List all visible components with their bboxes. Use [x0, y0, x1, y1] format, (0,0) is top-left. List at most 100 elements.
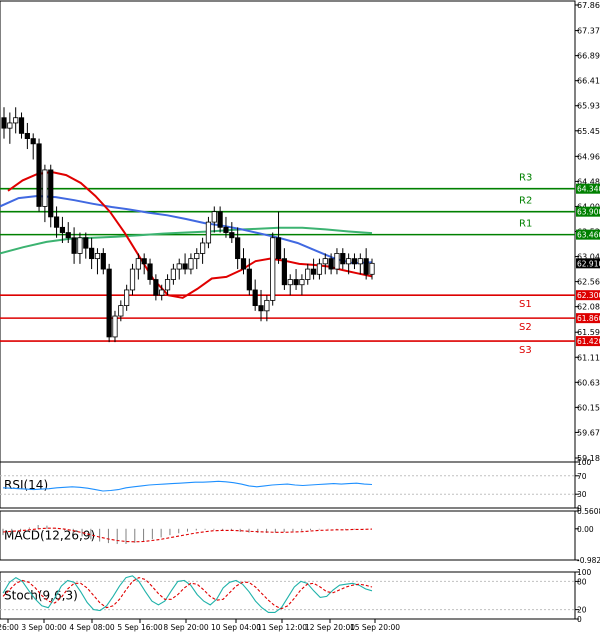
macd-tick-label: 0.00	[577, 525, 594, 534]
x-tick-label: 11 Sep 12:00	[257, 623, 307, 632]
candle-body	[153, 279, 159, 296]
candle-body	[340, 253, 346, 265]
candle-body	[334, 253, 340, 270]
level-value: 61.420	[577, 337, 600, 346]
candle-body	[164, 279, 171, 291]
candle-body	[316, 263, 323, 275]
candle-body	[18, 117, 25, 134]
x-tick-label: 8 Sep 20:00	[163, 623, 209, 632]
candle-body	[275, 237, 282, 260]
level-name: S1	[519, 299, 532, 310]
level-value: 64.340	[577, 185, 600, 194]
candle-body	[270, 237, 276, 301]
candle-body	[258, 305, 264, 312]
x-tick-label: 12 Sep 20:00	[305, 623, 355, 632]
y-tick-label: 60.150	[577, 403, 600, 412]
candle-body	[106, 268, 112, 338]
level-name: S3	[519, 345, 532, 356]
level-value: 63.900	[577, 208, 600, 217]
candle-body	[71, 237, 77, 254]
candle-body	[129, 268, 136, 291]
candle-body	[299, 279, 305, 286]
candle-body	[170, 268, 176, 280]
level-name: R2	[519, 196, 532, 207]
y-tick-label: 62.080	[577, 303, 600, 312]
x-tick-label: 5 Sep 16:00	[117, 623, 163, 632]
rsi-tick-label: 100	[577, 458, 592, 467]
rsi-tick-label: 30	[577, 490, 587, 499]
candle-body	[53, 216, 60, 228]
y-tick-label: 67.370	[577, 27, 600, 36]
stoch-tick-label: 0	[577, 615, 582, 624]
y-tick-label: 66.890	[577, 52, 600, 61]
x-tick-label: 10 Sep 04:00	[211, 623, 261, 632]
current-price-value: 62.910	[577, 259, 600, 268]
candle-body	[147, 263, 153, 280]
candle-body	[369, 262, 375, 275]
candle-body	[36, 143, 42, 207]
candle-body	[77, 237, 83, 254]
y-tick-label: 65.450	[577, 127, 600, 136]
y-tick-label: 61.110	[577, 353, 600, 362]
candle-body	[363, 258, 369, 275]
candle-body	[94, 253, 101, 260]
candle-body	[229, 232, 235, 239]
candle-body	[252, 289, 258, 307]
x-tick-label: 4 Sep 08:00	[69, 623, 115, 632]
x-tick-label: 15 Sep 20:00	[350, 623, 400, 632]
candle-body	[112, 315, 118, 338]
candle-body	[200, 242, 206, 254]
candle-body	[357, 258, 363, 265]
candle-body	[240, 258, 247, 270]
candle-body	[194, 253, 200, 260]
candle-body	[328, 258, 334, 270]
candle-body	[351, 258, 358, 265]
y-tick-label: 59.670	[577, 428, 600, 437]
candle-body	[223, 226, 229, 233]
candle-body	[188, 258, 194, 270]
candle-body	[13, 117, 19, 124]
x-tick-label: 3 Sep 00:00	[21, 623, 67, 632]
candle-body	[7, 122, 13, 129]
candle-body	[65, 232, 71, 239]
candle-body	[42, 169, 48, 207]
y-tick-label: 60.630	[577, 378, 600, 387]
candle-body	[100, 253, 106, 270]
candle-body	[59, 226, 66, 233]
y-tick-label: 66.410	[577, 77, 600, 86]
y-tick-label: 64.960	[577, 152, 600, 161]
y-tick-label: 61.590	[577, 328, 600, 337]
candle-body	[287, 279, 293, 286]
candle-body	[124, 289, 130, 307]
candle-body	[135, 258, 141, 270]
candle-body	[293, 279, 299, 286]
candle-body	[83, 237, 89, 249]
stoch-label: Stoch(9,6,3)	[4, 589, 78, 603]
level-name: R3	[519, 173, 532, 184]
candle-body	[89, 247, 95, 260]
y-tick-label: 62.560	[577, 278, 600, 287]
y-tick-label: 67.860	[577, 1, 600, 10]
stoch-tick-label: 100	[577, 568, 592, 577]
candle-body	[176, 263, 182, 270]
candle-body	[211, 211, 217, 223]
candle-body	[235, 237, 241, 260]
candle-body	[346, 258, 352, 265]
candle-body	[30, 138, 36, 145]
level-value: 61.860	[577, 314, 600, 323]
level-name: S2	[519, 322, 532, 333]
candle-body	[281, 258, 287, 286]
candle-body	[264, 299, 270, 312]
rsi-tick-label: 70	[577, 472, 587, 481]
macd-tick-label: -0.9828	[577, 556, 600, 565]
candle-body	[1, 117, 7, 129]
rsi-label: RSI(14)	[4, 478, 48, 492]
candle-body	[217, 211, 223, 228]
level-value: 63.460	[577, 231, 600, 240]
candle-body	[24, 132, 30, 140]
candle-body	[322, 258, 328, 265]
level-name: R1	[519, 219, 532, 230]
candle-body	[48, 169, 54, 218]
level-value: 62.300	[577, 291, 600, 300]
candle-body	[246, 268, 252, 291]
